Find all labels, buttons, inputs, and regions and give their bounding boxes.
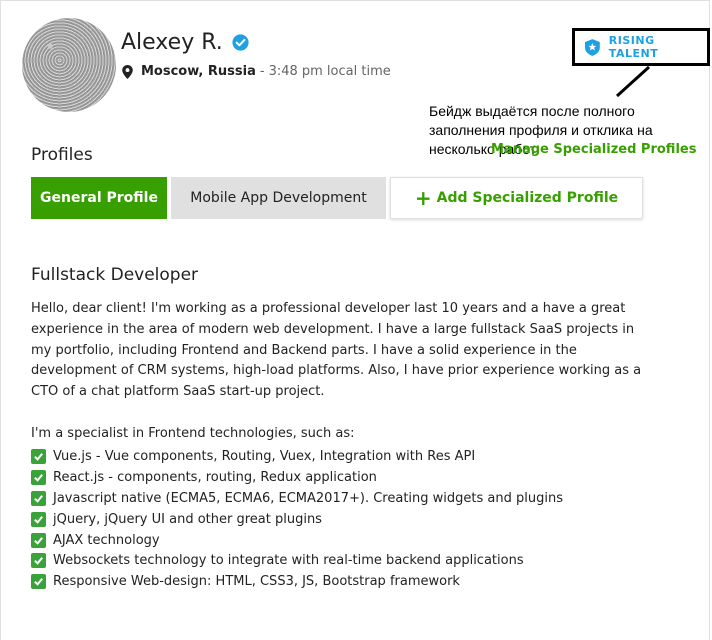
location-row: Moscow, Russia - 3:48 pm local time (122, 64, 391, 79)
badge-label: RISING TALENT (608, 34, 659, 60)
list-item: Websockets technology to integrate with … (31, 550, 563, 571)
overview-paragraph: Hello, dear client! I'm working as a pro… (31, 301, 642, 400)
skill-text: Websockets technology to integrate with … (53, 553, 524, 569)
skill-text: AJAX technology (53, 532, 160, 548)
profiles-heading: Profiles (31, 145, 93, 165)
tab-general-profile[interactable]: General Profile (31, 177, 167, 219)
checkmark-icon (31, 574, 46, 590)
skill-text: Responsive Web-design: HTML, CSS3, JS, B… (53, 574, 460, 590)
annotation-pointer (615, 66, 651, 98)
checkmark-icon (31, 511, 46, 527)
location-city: Moscow, Russia (141, 64, 256, 79)
list-item: Responsive Web-design: HTML, CSS3, JS, B… (31, 571, 563, 592)
manage-specialized-profiles-link[interactable]: Manage Specialized Profiles (491, 142, 696, 157)
checkmark-icon (31, 469, 46, 485)
skill-text: Javascript native (ECMA5, ECMA6, ECMA201… (53, 490, 563, 506)
avatar[interactable] (22, 18, 116, 112)
shield-star-icon (585, 38, 600, 56)
skill-text: Vue.js - Vue components, Routing, Vuex, … (53, 448, 476, 464)
add-specialized-profile-label: Add Specialized Profile (436, 190, 619, 206)
location-pin-icon (122, 64, 133, 79)
local-time: 3:48 pm local time (268, 64, 391, 79)
overview-description: Hello, dear client! I'm working as a pro… (31, 299, 651, 403)
checkmark-icon (31, 532, 46, 548)
freelancer-name: Alexey R. (121, 30, 223, 55)
list-item: Javascript native (ECMA5, ECMA6, ECMA201… (31, 488, 563, 509)
location-separator: - (259, 64, 265, 79)
list-item: React.js - components, routing, Redux ap… (31, 467, 563, 488)
checkmark-icon (31, 490, 46, 506)
skills-list: Vue.js - Vue components, Routing, Vuex, … (31, 446, 563, 592)
profile-title: Fullstack Developer (31, 265, 199, 285)
profile-tabs: General Profile Mobile App Development +… (31, 177, 647, 219)
specialist-intro: I'm a specialist in Frontend technologie… (31, 426, 355, 441)
rising-talent-badge[interactable]: RISING TALENT (572, 28, 710, 66)
verified-icon (232, 34, 249, 51)
tab-mobile-app-development[interactable]: Mobile App Development (171, 177, 386, 219)
add-specialized-profile-button[interactable]: + Add Specialized Profile (390, 177, 643, 219)
list-item: Vue.js - Vue components, Routing, Vuex, … (31, 446, 563, 467)
checkmark-icon (31, 553, 46, 569)
checkmark-icon (31, 448, 46, 464)
freelancer-name-row: Alexey R. (121, 30, 249, 55)
list-item: jQuery, jQuery UI and other great plugin… (31, 509, 563, 530)
plus-icon: + (414, 186, 432, 210)
skill-text: React.js - components, routing, Redux ap… (53, 469, 377, 485)
skill-text: jQuery, jQuery UI and other great plugin… (53, 511, 322, 527)
list-item: AJAX technology (31, 530, 563, 551)
